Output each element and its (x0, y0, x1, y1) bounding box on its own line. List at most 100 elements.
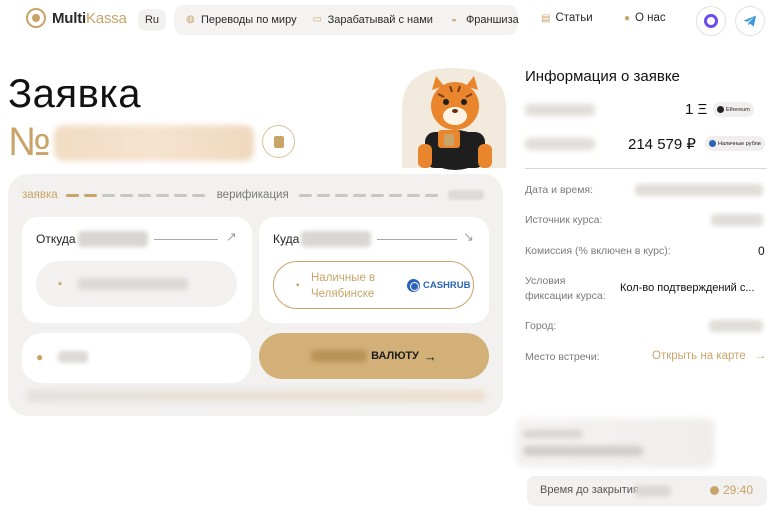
ethereum-badge-label: Ethereum (726, 106, 750, 113)
close-timer: Время до закрытия 29:40 (527, 476, 767, 506)
step-label-verification: верификация (216, 189, 289, 201)
from-label: Откуда (36, 232, 76, 246)
clock-icon (710, 485, 719, 495)
step-label-request: заявка (22, 189, 58, 201)
logo-mark-icon (26, 8, 46, 28)
to-currency-select[interactable]: ▪ Наличные в Челябинске CASHRUB (273, 261, 474, 309)
chat-ring-icon (704, 14, 718, 28)
person-icon: ● (624, 12, 631, 24)
page-title: Заявка (8, 72, 141, 116)
language-switch[interactable]: Ru (138, 9, 166, 31)
cashrub-logo-icon (407, 279, 420, 292)
timer-label: Время до закрытия (540, 484, 639, 496)
divider (377, 239, 457, 240)
info-label: Дата и время: (525, 184, 594, 196)
globe-icon: ◍ (186, 14, 195, 25)
step-dash (83, 193, 97, 197)
timer-value: 29:40 (723, 483, 754, 497)
step-dash (406, 193, 420, 197)
amount-out-label-redacted (525, 138, 595, 150)
ruble-cash-badge: Наличные рубли (705, 136, 765, 151)
nav-item-label: О нас (635, 12, 666, 24)
support-chat-button[interactable] (696, 6, 726, 36)
handshake-icon: ◒ (450, 14, 457, 25)
amount-in-label-redacted (525, 104, 595, 116)
exchange-submit-button[interactable]: ВАЛЮТУ → (259, 333, 489, 379)
ruble-badge-label: Наличные рубли (718, 140, 761, 147)
ruble-icon (709, 140, 716, 147)
step-dash (101, 193, 115, 197)
info-label: Комиссия (% включен в курс): (525, 245, 671, 257)
step-label-redacted (447, 190, 484, 200)
telegram-button[interactable] (735, 6, 765, 36)
nav-item-transfers[interactable]: ◍ Переводы по миру (186, 14, 297, 26)
timer-value-wrap: 29:40 (710, 483, 753, 497)
amount-out-value: 214 579 ₽ (628, 136, 696, 153)
cash-icon: ▪ (296, 280, 300, 291)
step-dash (316, 193, 330, 197)
request-number-redacted (54, 125, 254, 161)
promo-line-redacted (523, 446, 643, 456)
divider (525, 168, 767, 169)
telegram-icon (743, 15, 756, 27)
open-map-link[interactable]: Открыть на карте → (652, 350, 766, 362)
logo-text-prefix: Multi (52, 9, 86, 27)
ethereum-icon (717, 106, 724, 113)
step-dash (424, 193, 438, 197)
info-label: Город: (525, 320, 557, 332)
rate-source-redacted (711, 214, 763, 226)
footnote-redacted (26, 390, 486, 402)
commission-value: 0 (758, 244, 765, 258)
copy-icon (273, 135, 284, 148)
submit-label: ВАЛЮТУ (371, 350, 419, 362)
nav-item-label: Переводы по миру (201, 14, 297, 26)
nav-item-label: Статьи (555, 12, 593, 24)
timer-extra-redacted (635, 485, 671, 497)
arrow-down-right-icon: ↘ (463, 229, 474, 244)
arrow-right-icon: → (754, 350, 767, 362)
amount-out-row: 214 579 ₽ Наличные рубли (525, 132, 767, 156)
step-dash (65, 193, 79, 197)
info-label: Условия фиксации курса: (525, 275, 606, 302)
step-dash (298, 193, 312, 197)
main-nav: ◍ Переводы по миру ▭ Зарабатывай с нами … (174, 5, 519, 35)
nav-item-franchise[interactable]: ◒ Франшиза (451, 14, 519, 26)
step-dash (173, 193, 187, 197)
info-row-datetime: Дата и время: (525, 184, 767, 196)
amount-in-row: 1 Ξ Ethereum (525, 98, 767, 122)
submit-label-redacted (311, 350, 368, 362)
map-link-label: Открыть на карте (652, 350, 746, 362)
promo-line-redacted (523, 430, 583, 438)
info-label: Место встречи: (525, 351, 600, 363)
document-icon: ▤ (541, 12, 551, 24)
step-dash (119, 193, 133, 197)
step-dash (388, 193, 402, 197)
copy-number-button[interactable] (262, 125, 295, 158)
info-row-city: Город: (525, 320, 767, 332)
ethereum-badge: Ethereum (713, 102, 754, 117)
nav-item-articles[interactable]: ▤ Статьи (541, 12, 593, 24)
to-amount-redacted (301, 231, 371, 247)
promo-redacted (515, 418, 715, 468)
logo[interactable]: MultiKassa (26, 8, 127, 28)
nav-item-label: Зарабатывай с нами (327, 14, 433, 26)
info-row-fixation: Условия фиксации курса: (525, 274, 615, 304)
step-dash (137, 193, 151, 197)
wallet-icon: ▭ (312, 14, 323, 25)
step-dash (370, 193, 384, 197)
nav-item-about[interactable]: ● О нас (624, 12, 666, 24)
arrow-up-right-icon: ↗ (226, 229, 237, 244)
info-row-rate-source: Источник курса: (525, 214, 767, 226)
to-label: Куда (273, 232, 300, 246)
step-dash (191, 193, 205, 197)
request-number-prefix: № (8, 120, 51, 164)
cashrub-badge: CASHRUB (407, 279, 471, 292)
user-field[interactable]: ● (22, 333, 251, 383)
from-currency-select[interactable]: ▪ (36, 261, 237, 307)
from-amount-redacted (78, 231, 148, 247)
divider (154, 239, 218, 240)
datetime-redacted (635, 184, 763, 196)
nav-item-earn[interactable]: ▭ Зарабатывай с нами (313, 14, 433, 26)
arrow-right-icon: → (423, 348, 437, 364)
cashrub-label: CASHRUB (423, 280, 471, 291)
